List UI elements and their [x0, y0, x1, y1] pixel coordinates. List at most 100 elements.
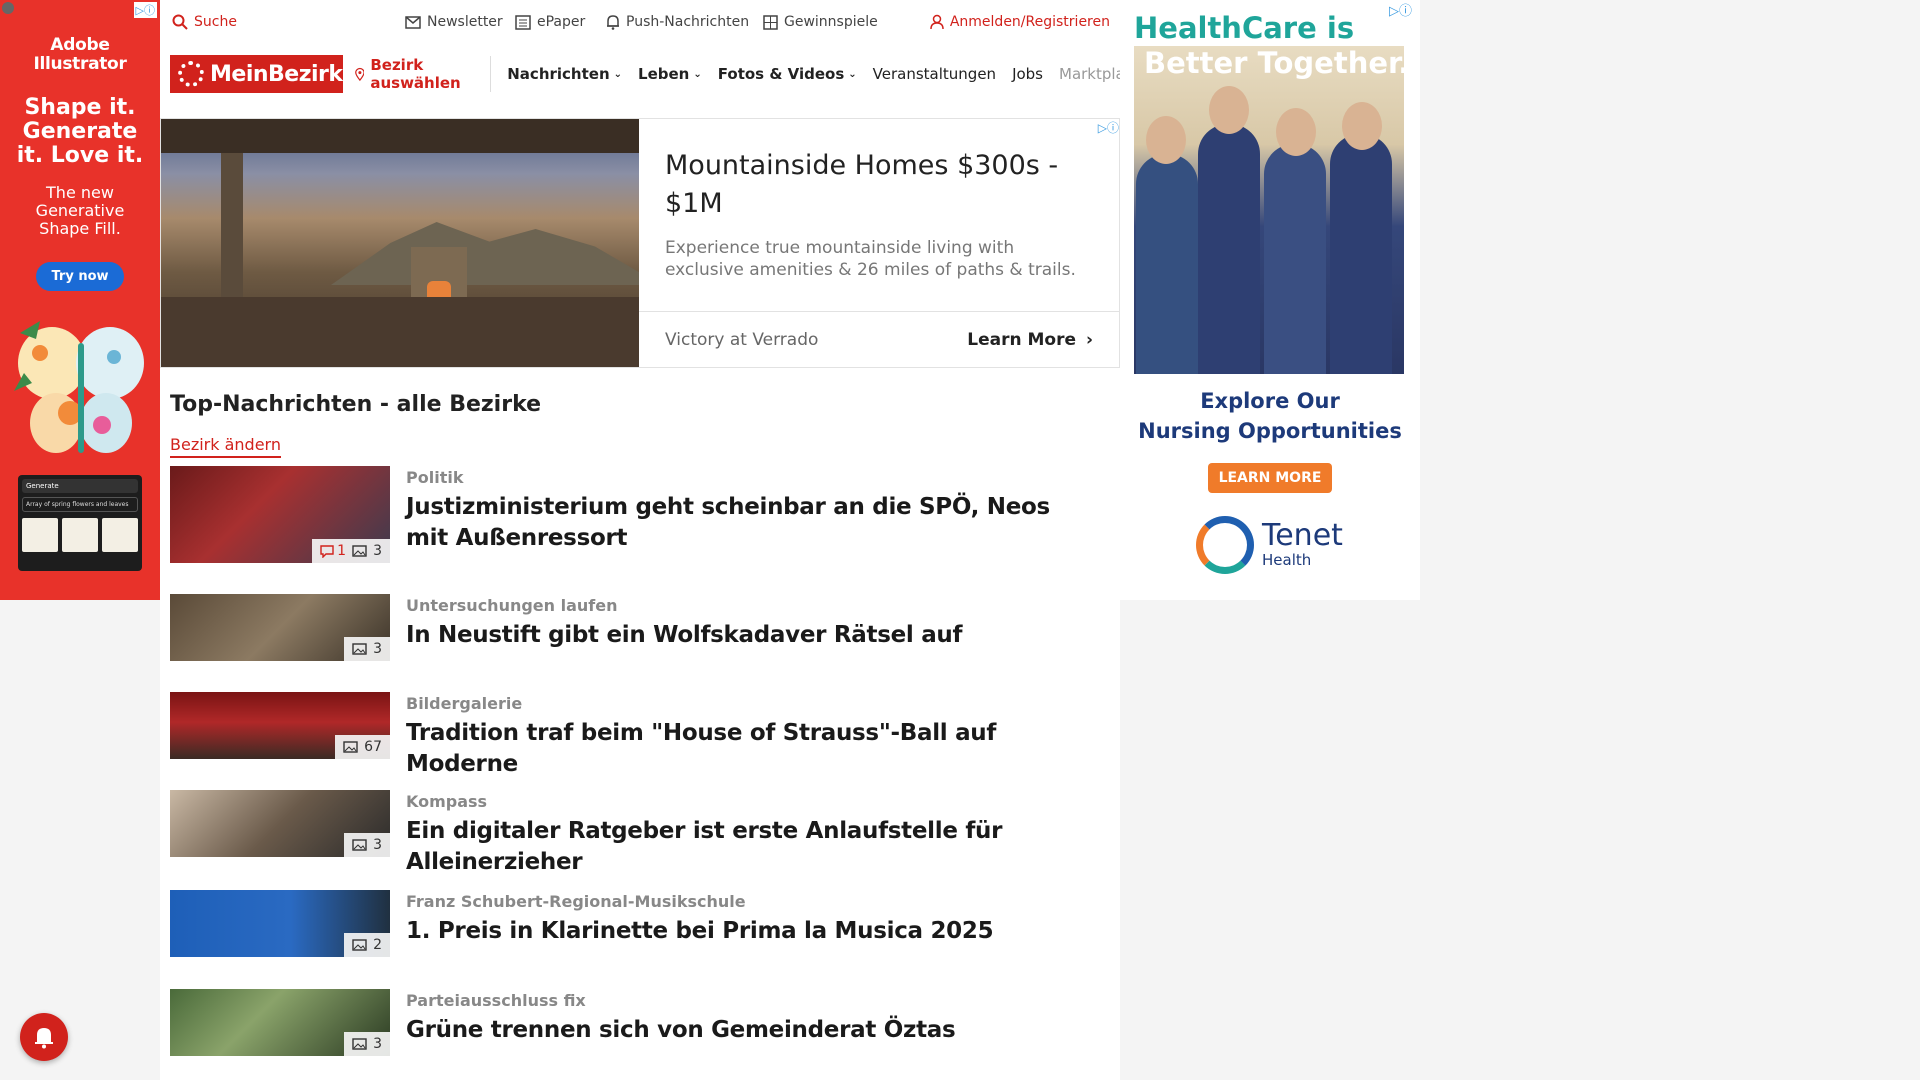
- chevron-down-icon: ⌄: [848, 68, 857, 80]
- gewinnspiele-label: Gewinnspiele: [784, 14, 878, 30]
- article-thumbnail[interactable]: 3: [170, 594, 390, 661]
- photo-count: 3: [373, 641, 382, 657]
- bell-icon: [607, 15, 619, 30]
- article-item[interactable]: 67 Bildergalerie Tradition traf beim "Ho…: [170, 692, 1110, 777]
- article-title[interactable]: Grüne trennen sich von Gemeinderat Öztas: [406, 1015, 1096, 1046]
- thumb-variant: [62, 518, 98, 552]
- gift-icon: [763, 14, 778, 30]
- article-item[interactable]: 3 Kompass Ein digitaler Ratgeber ist ers…: [170, 790, 1110, 875]
- main-column: Suche Newsletter ePaper Push-Nachrichten…: [160, 0, 1120, 1080]
- bezirk-select[interactable]: Bezirk auswählen: [354, 56, 492, 92]
- top-utility-bar: Suche Newsletter ePaper Push-Nachrichten…: [160, 0, 1120, 46]
- push-link[interactable]: Push-Nachrichten: [606, 14, 749, 30]
- tenet-mark-icon: [1196, 516, 1254, 574]
- right-ad-banner[interactable]: ▷ⓘ HealthCare is Better Together. Explor…: [1120, 0, 1420, 600]
- learn-more-button[interactable]: Learn More ›: [967, 330, 1093, 350]
- bell-icon: [35, 1028, 53, 1049]
- photo-count: 3: [373, 1036, 382, 1052]
- article-item[interactable]: 2 Franz Schubert-Regional-Musikschule 1.…: [170, 890, 1110, 957]
- ad-copy: ▷ⓘ Mountainside Homes $300s - $1M Experi…: [639, 119, 1119, 367]
- image-icon: [352, 545, 367, 557]
- gewinnspiele-link[interactable]: Gewinnspiele: [763, 14, 878, 30]
- photo-count: 2: [373, 937, 382, 953]
- generate-panel: Generate Array of spring flowers and lea…: [18, 475, 142, 571]
- thumb-variant: [102, 518, 138, 552]
- article-kicker: Untersuchungen laufen: [406, 596, 618, 615]
- right-ad-headline: HealthCare is: [1134, 11, 1355, 45]
- article-kicker: Politik: [406, 468, 464, 487]
- article-thumbnail[interactable]: 2: [170, 890, 390, 957]
- image-icon: [352, 939, 367, 951]
- search-label: Suche: [194, 14, 237, 30]
- article-item[interactable]: 3 Untersuchungen laufen In Neustift gibt…: [170, 594, 1110, 661]
- ad-corner-icon: [2, 2, 14, 14]
- main-nav: MeinBezirk Bezirk auswählen Nachrichten ⌄…: [170, 55, 1120, 93]
- left-ad-banner[interactable]: ▷ⓘ Adobe Illustrator Shape it. Generate …: [0, 0, 160, 600]
- ad-title[interactable]: Mountainside Homes $300s - $1M: [665, 147, 1093, 223]
- article-kicker: Franz Schubert-Regional-Musikschule: [406, 892, 746, 911]
- left-ad-try-button[interactable]: Try now: [36, 262, 124, 291]
- adchoices-icon[interactable]: ▷ⓘ: [1098, 119, 1119, 136]
- article-thumbnail[interactable]: 3: [170, 989, 390, 1056]
- nav-item-veranstaltungen[interactable]: Veranstaltungen: [873, 65, 996, 83]
- article-title[interactable]: Ein digitaler Ratgeber ist erste Anlaufs…: [406, 816, 1096, 878]
- article-title[interactable]: Tradition traf beim "House of Strauss"-B…: [406, 718, 1096, 780]
- chevron-right-icon: ›: [1085, 329, 1093, 350]
- tenet-name: Tenet: [1262, 518, 1343, 553]
- photo-count: 67: [364, 739, 382, 755]
- logo-text: MeinBezirk: [210, 61, 343, 87]
- tenet-sub: Health: [1262, 551, 1312, 569]
- butterfly-illustration: [14, 321, 144, 453]
- push-label: Push-Nachrichten: [626, 14, 750, 30]
- photo-count: 3: [373, 543, 382, 559]
- article-kicker: Bildergalerie: [406, 694, 523, 713]
- ad-brand: Victory at Verrado: [665, 329, 819, 350]
- epaper-label: ePaper: [537, 14, 586, 30]
- media-badge: 3: [344, 833, 390, 857]
- chevron-down-icon: ⌄: [613, 68, 623, 80]
- nurses-photo: Better Together.: [1134, 46, 1404, 374]
- adchoices-icon[interactable]: ▷ⓘ: [1389, 0, 1412, 19]
- article-item[interactable]: 3 Parteiausschluss fix Grüne trennen sic…: [170, 989, 1110, 1056]
- notification-bell-button[interactable]: [20, 1013, 68, 1061]
- learn-more-button[interactable]: LEARN MORE: [1208, 463, 1332, 493]
- article-item[interactable]: 1 3 Politik Justizministerium geht schei…: [170, 466, 1110, 563]
- login-link[interactable]: Anmelden/Registrieren: [930, 14, 1110, 30]
- article-thumbnail[interactable]: 67: [170, 692, 390, 759]
- chevron-down-icon: ⌄: [693, 68, 702, 80]
- article-thumbnail[interactable]: 1 3: [170, 466, 390, 563]
- logo-ring-icon: [178, 61, 204, 87]
- native-ad[interactable]: ▷ⓘ Mountainside Homes $300s - $1M Experi…: [160, 118, 1120, 368]
- media-badge: 67: [335, 735, 390, 759]
- ad-footer: Victory at Verrado Learn More ›: [639, 311, 1119, 367]
- nav-item-marktplatz[interactable]: Marktplatz: [1059, 65, 1120, 83]
- article-kicker: Parteiausschluss fix: [406, 991, 586, 1010]
- ad-photo: [161, 119, 639, 367]
- photo-count: 3: [373, 837, 382, 853]
- comment-icon: [320, 544, 334, 558]
- mail-icon: [405, 15, 421, 29]
- nav-item-fotos-videos[interactable]: Fotos & Videos ⌄: [718, 65, 857, 83]
- search-icon: [172, 14, 188, 30]
- ad-description: Experience true mountainside living with…: [665, 238, 1076, 280]
- epaper-link[interactable]: ePaper: [515, 14, 585, 30]
- article-kicker: Kompass: [406, 792, 488, 811]
- search-link[interactable]: Suche: [172, 14, 237, 30]
- site-logo[interactable]: MeinBezirk: [170, 55, 343, 93]
- image-icon: [352, 643, 367, 655]
- article-title[interactable]: In Neustift gibt ein Wolfskadaver Rätsel…: [406, 620, 1096, 651]
- newsletter-link[interactable]: Newsletter: [405, 14, 503, 30]
- login-label: Anmelden/Registrieren: [949, 14, 1110, 30]
- nav-item-jobs[interactable]: Jobs: [1012, 65, 1043, 83]
- adchoices-icon[interactable]: ▷ⓘ: [133, 2, 157, 18]
- nav-item-leben[interactable]: Leben ⌄: [638, 65, 702, 83]
- article-title[interactable]: 1. Preis in Klarinette bei Prima la Musi…: [406, 916, 1096, 947]
- bezirk-label: Bezirk auswählen: [370, 56, 461, 92]
- nav-item-nachrichten[interactable]: Nachrichten ⌄: [507, 65, 622, 83]
- user-icon: [930, 14, 944, 30]
- article-thumbnail[interactable]: 3: [170, 790, 390, 857]
- bezirk-change-link[interactable]: Bezirk ändern: [170, 435, 281, 458]
- newsletter-label: Newsletter: [427, 14, 503, 30]
- image-icon: [352, 1038, 367, 1050]
- article-title[interactable]: Justizministerium geht scheinbar an die …: [406, 492, 1096, 554]
